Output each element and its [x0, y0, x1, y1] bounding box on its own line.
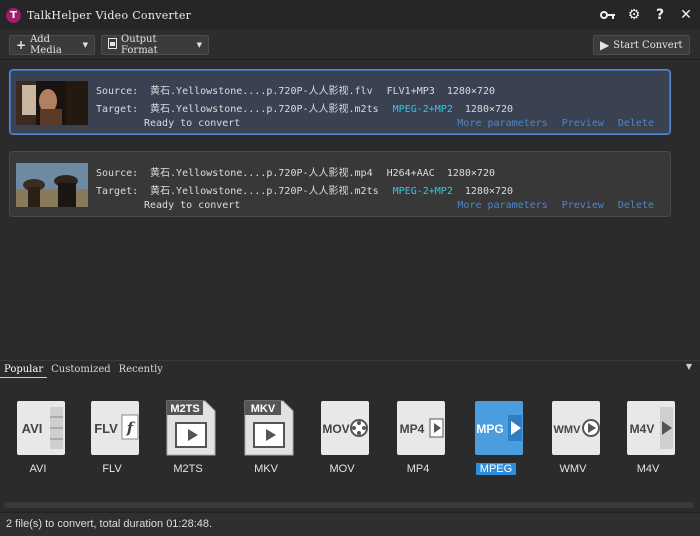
- file-actions: More parameters Preview Delete: [457, 118, 654, 129]
- add-media-label: Add Media: [30, 34, 62, 56]
- preview-link[interactable]: Preview: [562, 200, 604, 211]
- source-filename: 黄石.Yellowstone....p.720P-人人影视.flv: [150, 86, 373, 97]
- source-label: Source:: [96, 86, 139, 97]
- format-label: FLV: [102, 463, 122, 475]
- avi-file-icon: AVI: [17, 401, 65, 455]
- mov-file-icon: MOV: [321, 401, 369, 455]
- document-icon: [108, 38, 117, 52]
- format-panel: AVI AVI f FLV FLV M2TS M2TS MKV MKV MOV …: [0, 379, 700, 500]
- title-bar: T TalkHelper Video Converter ⚙ ? ✕: [0, 0, 700, 30]
- start-convert-label: Start Convert: [613, 39, 683, 51]
- key-icon[interactable]: [600, 7, 616, 23]
- delete-link[interactable]: Delete: [618, 118, 654, 129]
- tab-popular[interactable]: Popular: [0, 361, 48, 378]
- target-row: Target: 黄石.Yellowstone....p.720P-人人影视.m2…: [96, 182, 513, 197]
- target-resolution: 1280×720: [464, 104, 514, 115]
- source-row: Source: 黄石.Yellowstone....p.720P-人人影视.fl…: [96, 82, 495, 97]
- file-actions: More parameters Preview Delete: [457, 200, 654, 211]
- chevron-down-icon[interactable]: ▼: [686, 362, 692, 371]
- target-filename: 黄石.Yellowstone....p.720P-人人影视.m2ts: [150, 104, 379, 115]
- preview-link[interactable]: Preview: [562, 118, 604, 129]
- app-logo: T: [6, 7, 21, 23]
- format-label: WMV: [559, 463, 587, 475]
- target-label: Target:: [96, 104, 139, 115]
- status-bar: 2 file(s) to convert, total duration 01:…: [0, 512, 700, 536]
- source-resolution: 1280×720: [446, 168, 495, 179]
- chevron-down-icon: ▼: [196, 41, 202, 49]
- format-label: MP4: [406, 463, 430, 475]
- mpg-file-icon: MPG: [475, 401, 523, 455]
- video-thumbnail: [16, 163, 88, 207]
- format-mpeg[interactable]: MPG MPEG: [466, 393, 526, 483]
- format-tabs: Popular Customized Recently: [0, 360, 700, 378]
- target-label: Target:: [96, 186, 139, 197]
- target-row: Target: 黄石.Yellowstone....p.720P-人人影视.m2…: [96, 100, 513, 115]
- source-row: Source: 黄石.Yellowstone....p.720P-人人影视.mp…: [96, 164, 495, 179]
- flv-file-icon: f FLV: [91, 401, 139, 455]
- svg-text:M2TS: M2TS: [170, 403, 199, 415]
- convert-status: Ready to convert: [144, 200, 241, 211]
- wmv-file-icon: WMV: [552, 401, 600, 455]
- file-item[interactable]: Source: 黄石.Yellowstone....p.720P-人人影视.fl…: [9, 69, 671, 135]
- svg-text:MKV: MKV: [251, 403, 276, 415]
- svg-text:MPG: MPG: [476, 422, 503, 436]
- convert-status: Ready to convert: [144, 118, 241, 129]
- tab-customized[interactable]: Customized: [47, 361, 115, 378]
- svg-text:AVI: AVI: [22, 421, 43, 436]
- format-wmv[interactable]: WMV WMV: [543, 393, 603, 483]
- source-format: H264+AAC: [386, 168, 435, 179]
- format-label: M4V: [636, 463, 660, 475]
- target-format: MPEG-2+MP2: [392, 104, 453, 115]
- close-icon[interactable]: ✕: [678, 7, 694, 23]
- add-media-button[interactable]: + Add Media ▼: [9, 34, 95, 56]
- more-parameters-link[interactable]: More parameters: [457, 118, 547, 129]
- source-resolution: 1280×720: [446, 86, 495, 97]
- m2ts-file-icon: M2TS: [166, 400, 216, 456]
- format-mov[interactable]: MOV MOV: [312, 393, 372, 483]
- format-flv[interactable]: f FLV FLV: [82, 393, 142, 483]
- source-format: FLV1+MP3: [386, 86, 435, 97]
- chevron-down-icon: ▼: [82, 41, 88, 49]
- format-mp4[interactable]: MP4 MP4: [388, 393, 448, 483]
- output-format-button[interactable]: Output Format ▼: [101, 34, 209, 56]
- format-label: MPEG: [476, 463, 516, 475]
- more-parameters-link[interactable]: More parameters: [457, 200, 547, 211]
- toolbar: + Add Media ▼ Output Format ▼ ▶ Start Co…: [0, 30, 700, 60]
- target-resolution: 1280×720: [464, 186, 514, 197]
- mkv-file-icon: MKV: [244, 400, 294, 456]
- gear-icon[interactable]: ⚙: [626, 7, 642, 23]
- svg-text:MOV: MOV: [322, 422, 349, 436]
- svg-text:MP4: MP4: [400, 422, 425, 436]
- file-list: Source: 黄石.Yellowstone....p.720P-人人影视.fl…: [0, 61, 700, 356]
- output-format-label: Output Format: [121, 34, 158, 56]
- video-thumbnail: [16, 81, 88, 125]
- tab-recently[interactable]: Recently: [115, 361, 167, 378]
- app-title: TalkHelper Video Converter: [27, 8, 192, 22]
- play-icon: ▶: [600, 38, 610, 52]
- file-item[interactable]: Source: 黄石.Yellowstone....p.720P-人人影视.mp…: [9, 151, 671, 217]
- help-icon[interactable]: ?: [652, 7, 668, 23]
- delete-link[interactable]: Delete: [618, 200, 654, 211]
- svg-text:WMV: WMV: [554, 424, 582, 436]
- svg-text:M4V: M4V: [630, 422, 655, 436]
- format-label: AVI: [29, 463, 47, 475]
- format-m4v[interactable]: M4V M4V: [618, 393, 678, 483]
- target-format: MPEG-2+MP2: [392, 186, 453, 197]
- source-filename: 黄石.Yellowstone....p.720P-人人影视.mp4: [150, 168, 373, 179]
- horizontal-scrollbar[interactable]: [4, 502, 694, 508]
- source-label: Source:: [96, 168, 139, 179]
- mp4-file-icon: MP4: [397, 401, 445, 455]
- svg-text:FLV: FLV: [94, 421, 118, 436]
- format-label: M2TS: [173, 463, 203, 475]
- format-label: MKV: [254, 463, 278, 475]
- format-avi[interactable]: AVI AVI: [8, 393, 68, 483]
- window-controls: ⚙ ? ✕: [600, 0, 694, 30]
- target-filename: 黄石.Yellowstone....p.720P-人人影视.m2ts: [150, 186, 379, 197]
- m4v-file-icon: M4V: [627, 401, 675, 455]
- start-convert-button[interactable]: ▶ Start Convert: [593, 35, 690, 55]
- plus-icon: +: [16, 38, 27, 52]
- format-mkv[interactable]: MKV MKV: [236, 393, 296, 483]
- format-m2ts[interactable]: M2TS M2TS: [158, 393, 218, 483]
- format-label: MOV: [329, 463, 355, 475]
